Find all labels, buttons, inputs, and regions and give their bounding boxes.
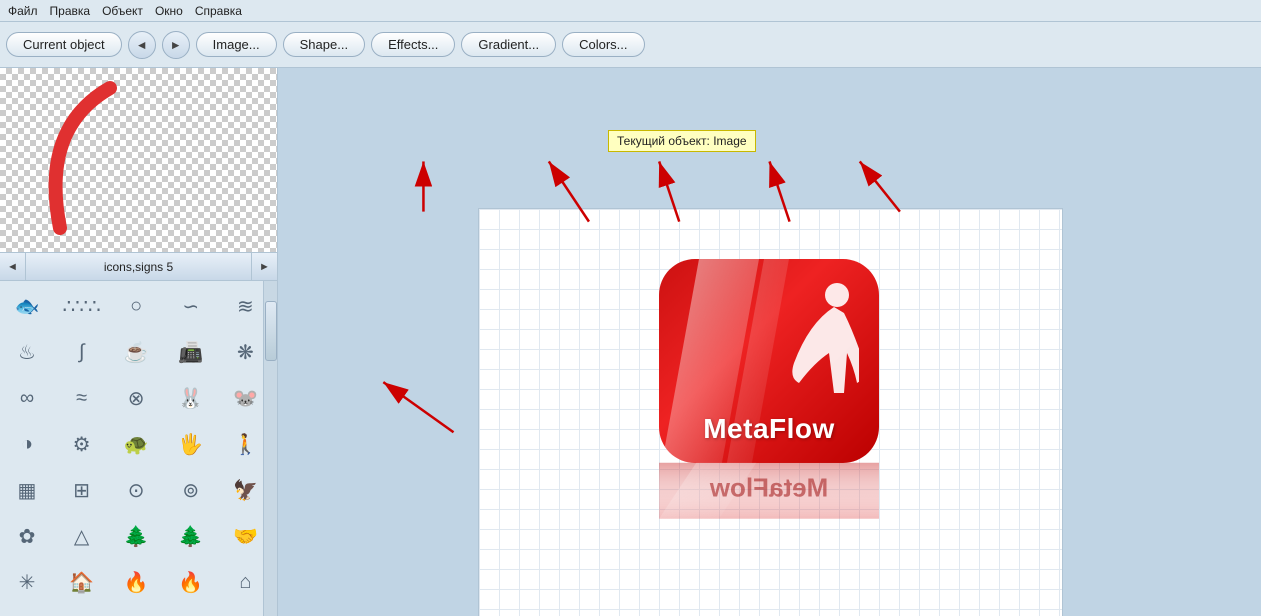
logo-text: MetaFlow xyxy=(703,413,835,444)
tooltip: Текущий объект: Image xyxy=(608,130,756,152)
preview-curve-svg xyxy=(30,78,140,238)
icon-library-header: ◄ icons,signs 5 ► xyxy=(0,253,277,281)
icon-cell-3[interactable]: ∽ xyxy=(166,283,216,329)
menu-help[interactable]: Справка xyxy=(195,4,242,18)
reflection-svg: MetaFlow xyxy=(659,463,879,519)
menu-file[interactable]: Файл xyxy=(8,4,38,18)
icon-lib-next-button[interactable]: ► xyxy=(251,253,277,281)
icon-cell-26[interactable]: △ xyxy=(57,513,107,559)
main-layout: ◄ icons,signs 5 ► 🐟∴∵∴○∽≋♨∫☕📠❋∞≈⊗🐰🐭◑⚙🐢🖐🚶… xyxy=(0,68,1261,616)
workspace[interactable]: MetaFlow xyxy=(478,208,1063,616)
current-object-button[interactable]: Current object xyxy=(6,32,122,57)
icon-cell-13[interactable]: 🐰 xyxy=(166,375,216,421)
scrollbar-thumb[interactable] xyxy=(265,301,277,361)
icon-cell-20[interactable]: ▦ xyxy=(2,467,52,513)
icon-cell-30[interactable]: ✳ xyxy=(2,559,52,605)
icon-cell-16[interactable]: ⚙ xyxy=(57,421,107,467)
icon-cell-10[interactable]: ∞ xyxy=(2,375,52,421)
menubar: Файл Правка Объект Окно Справка xyxy=(0,0,1261,22)
menu-window[interactable]: Окно xyxy=(155,4,183,18)
nav-forward-button[interactable]: ► xyxy=(162,31,190,59)
icon-lib-prev-button[interactable]: ◄ xyxy=(0,253,26,281)
preview-area xyxy=(0,68,277,253)
icon-cell-31[interactable]: 🏠 xyxy=(57,559,107,605)
icon-cell-21[interactable]: ⊞ xyxy=(57,467,107,513)
gradient-button[interactable]: Gradient... xyxy=(461,32,556,57)
icon-cell-7[interactable]: ☕ xyxy=(111,329,161,375)
toolbar: Current object ◄ ► Image... Shape... Eff… xyxy=(0,22,1261,68)
icon-cell-36[interactable]: 🌴 xyxy=(57,605,107,616)
logo-icon: MetaFlow xyxy=(659,259,879,463)
icon-library-title: icons,signs 5 xyxy=(26,260,251,274)
icon-cell-11[interactable]: ≈ xyxy=(57,375,107,421)
icon-cell-5[interactable]: ♨ xyxy=(2,329,52,375)
nav-back-button[interactable]: ◄ xyxy=(128,31,156,59)
icon-cell-22[interactable]: ⊙ xyxy=(111,467,161,513)
icon-cell-28[interactable]: 🌲 xyxy=(166,513,216,559)
icon-cell-37[interactable]: 𝕎 xyxy=(111,605,161,616)
logo-reflection: MetaFlow xyxy=(659,463,879,519)
icon-cell-32[interactable]: 🔥 xyxy=(111,559,161,605)
icons-grid: 🐟∴∵∴○∽≋♨∫☕📠❋∞≈⊗🐰🐭◑⚙🐢🖐🚶▦⊞⊙⊚🦅✿△🌲🌲🤝✳🏠🔥🔥⌂✦🌴𝕎… xyxy=(0,281,277,616)
menu-object[interactable]: Объект xyxy=(102,4,143,18)
icon-cell-27[interactable]: 🌲 xyxy=(111,513,161,559)
logo-text-container: MetaFlow xyxy=(659,413,879,445)
icon-cell-18[interactable]: 🖐 xyxy=(166,421,216,467)
icon-cell-0[interactable]: 🐟 xyxy=(2,283,52,329)
scrollbar-track[interactable] xyxy=(263,281,277,616)
icon-cell-1[interactable]: ∴∵∴ xyxy=(57,283,107,329)
icons-grid-container: 🐟∴∵∴○∽≋♨∫☕📠❋∞≈⊗🐰🐭◑⚙🐢🖐🚶▦⊞⊙⊚🦅✿△🌲🌲🤝✳🏠🔥🔥⌂✦🌴𝕎… xyxy=(0,281,277,616)
icon-cell-35[interactable]: ✦ xyxy=(2,605,52,616)
icon-cell-17[interactable]: 🐢 xyxy=(111,421,161,467)
image-button[interactable]: Image... xyxy=(196,32,277,57)
icon-cell-12[interactable]: ⊗ xyxy=(111,375,161,421)
metaflow-logo: MetaFlow xyxy=(659,259,879,519)
left-panel: ◄ icons,signs 5 ► 🐟∴∵∴○∽≋♨∫☕📠❋∞≈⊗🐰🐭◑⚙🐢🖐🚶… xyxy=(0,68,278,616)
icon-cell-23[interactable]: ⊚ xyxy=(166,467,216,513)
svg-text:MetaFlow: MetaFlow xyxy=(709,473,828,503)
menu-edit[interactable]: Правка xyxy=(50,4,91,18)
icon-cell-15[interactable]: ◑ xyxy=(2,421,52,467)
canvas-area: Текущий объект: Image xyxy=(278,68,1261,616)
icon-cell-25[interactable]: ✿ xyxy=(2,513,52,559)
shape-button[interactable]: Shape... xyxy=(283,32,365,57)
icon-cell-38[interactable]: 𝕎 xyxy=(166,605,216,616)
icon-cell-2[interactable]: ○ xyxy=(111,283,161,329)
icon-cell-33[interactable]: 🔥 xyxy=(166,559,216,605)
colors-button[interactable]: Colors... xyxy=(562,32,644,57)
icon-cell-8[interactable]: 📠 xyxy=(166,329,216,375)
icon-cell-6[interactable]: ∫ xyxy=(57,329,107,375)
effects-button[interactable]: Effects... xyxy=(371,32,455,57)
person-silhouette xyxy=(779,283,859,413)
